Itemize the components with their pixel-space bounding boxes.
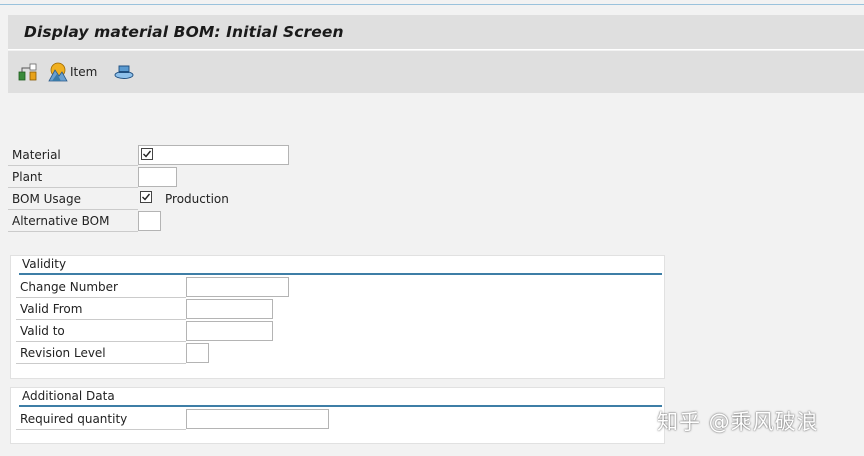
valid-from-input[interactable] xyxy=(186,299,273,319)
item-button[interactable]: Item xyxy=(48,61,97,83)
application-toolbar: Item xyxy=(8,51,864,93)
revision-level-input[interactable] xyxy=(186,343,209,363)
revision-level-label: Revision Level xyxy=(16,344,186,364)
bom-usage-description: Production xyxy=(165,192,229,206)
bom-usage-input[interactable] xyxy=(138,189,156,209)
valid-to-input[interactable] xyxy=(186,321,273,341)
additional-data-group-title: Additional Data xyxy=(19,388,662,407)
plant-label: Plant xyxy=(8,168,138,188)
hat-button[interactable] xyxy=(114,61,134,83)
hierarchy-button[interactable] xyxy=(18,61,38,83)
hierarchy-icon xyxy=(18,63,37,81)
top-divider xyxy=(0,0,864,5)
title-bar: Display material BOM: Initial Screen xyxy=(8,15,864,50)
alternative-bom-input[interactable] xyxy=(138,211,161,231)
material-input[interactable] xyxy=(138,145,289,165)
valid-from-label: Valid From xyxy=(16,300,186,320)
item-icon xyxy=(48,62,68,82)
required-quantity-input[interactable] xyxy=(186,409,329,429)
required-check-icon xyxy=(141,148,153,160)
required-check-icon xyxy=(140,191,152,203)
change-number-label: Change Number xyxy=(16,278,186,298)
page-title: Display material BOM: Initial Screen xyxy=(24,23,344,41)
required-quantity-label: Required quantity xyxy=(16,410,186,430)
alternative-bom-label: Alternative BOM xyxy=(8,212,138,232)
bom-usage-label: BOM Usage xyxy=(8,190,138,210)
plant-input[interactable] xyxy=(138,167,177,187)
validity-group-title: Validity xyxy=(19,256,662,275)
item-button-label: Item xyxy=(70,65,98,79)
hat-icon xyxy=(114,65,134,79)
change-number-input[interactable] xyxy=(186,277,289,297)
material-label: Material xyxy=(8,146,138,166)
valid-to-label: Valid to xyxy=(16,322,186,342)
watermark: 知乎 @乘风破浪 xyxy=(657,410,819,434)
